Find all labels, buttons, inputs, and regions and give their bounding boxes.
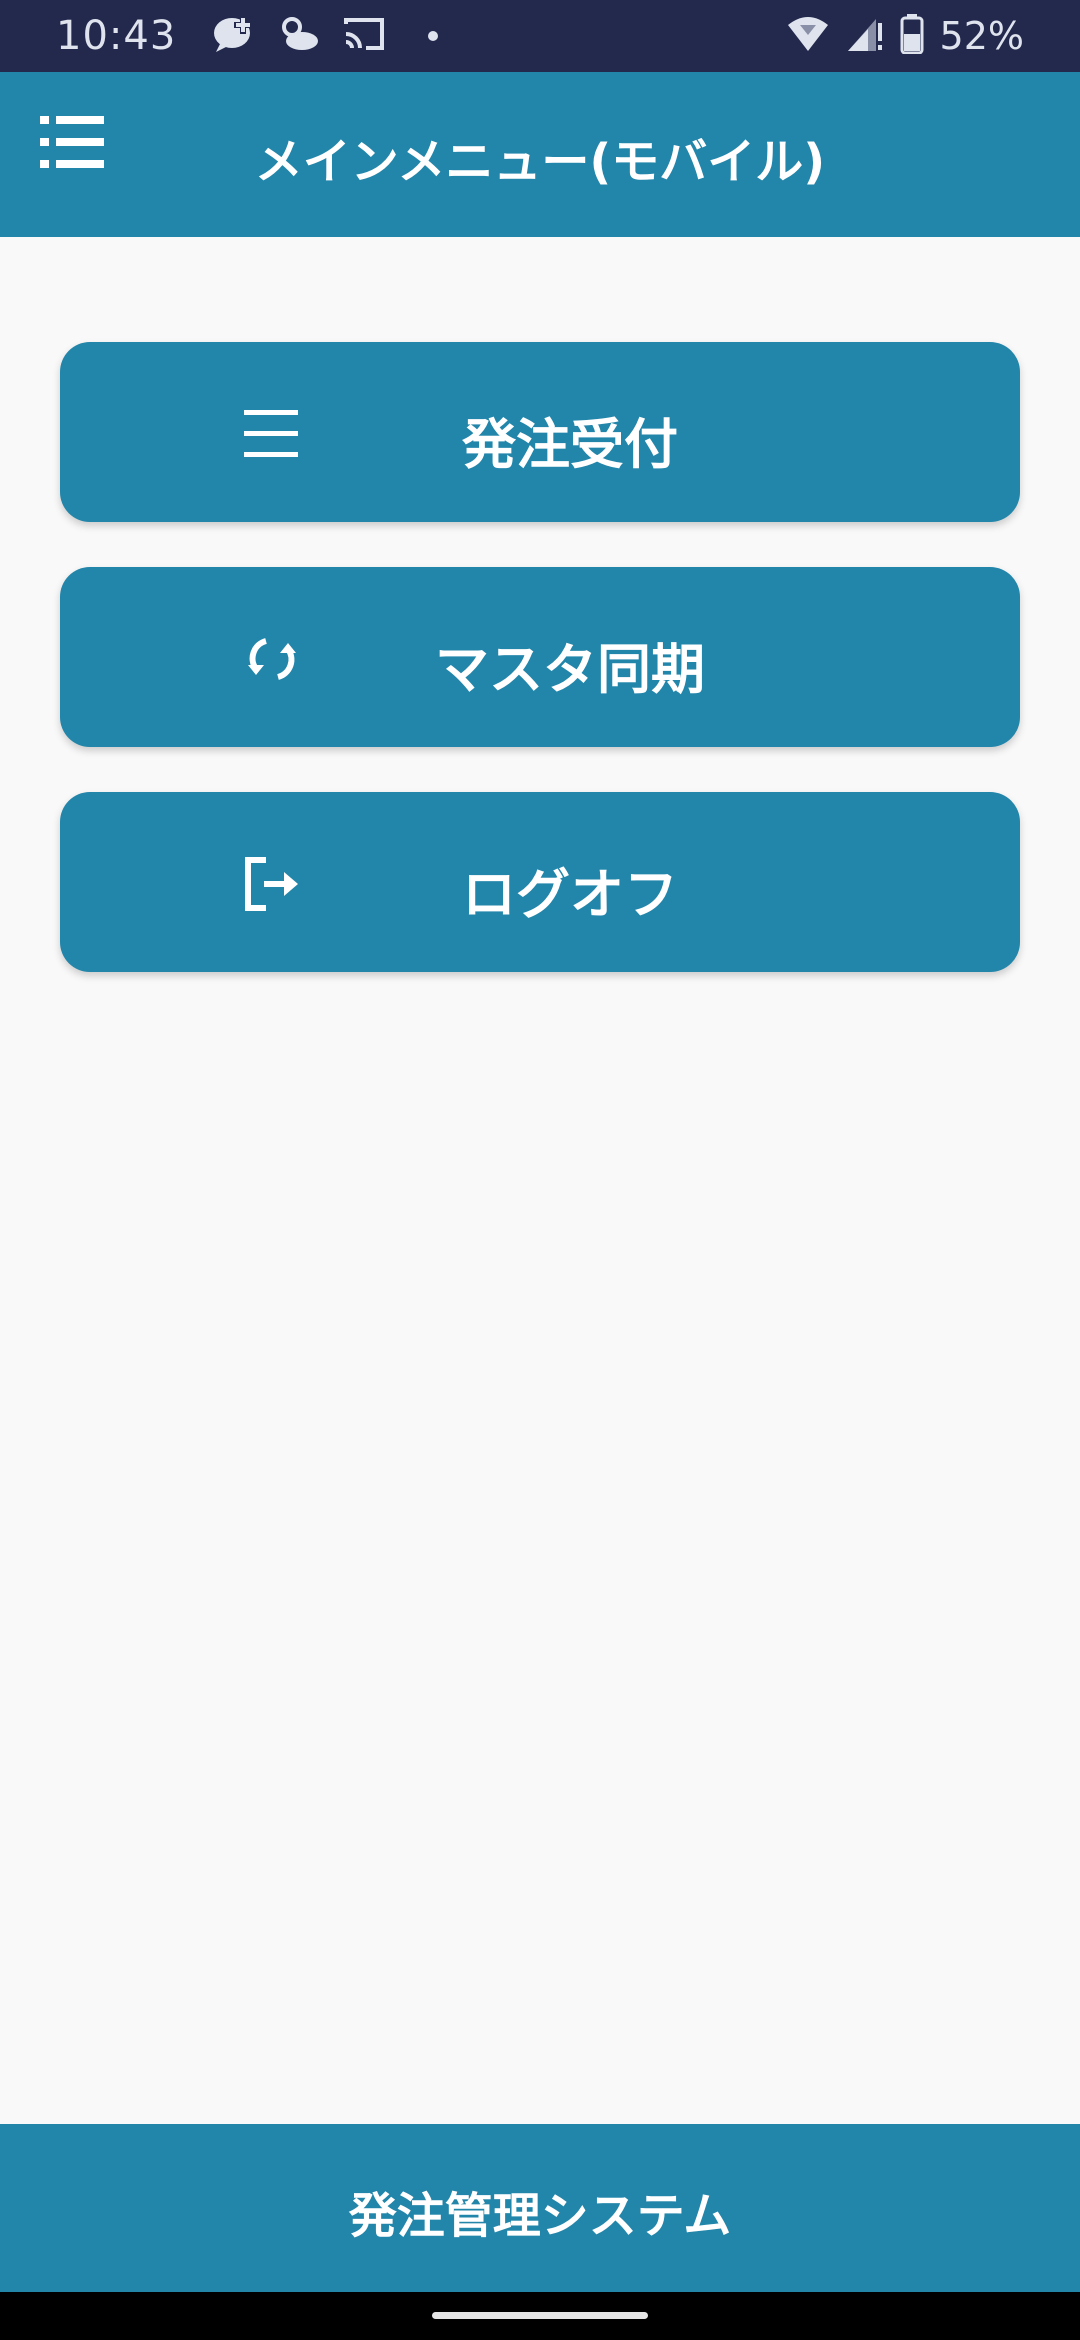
home-gesture-handle[interactable] <box>432 2312 648 2319</box>
status-bar: 10:43 52% <box>0 0 1080 72</box>
app-bar: メインメニュー(モバイル) <box>0 72 1080 237</box>
weather-icon <box>278 15 320 57</box>
chat-add-icon <box>212 14 256 58</box>
wifi-icon <box>786 15 830 57</box>
screen: 10:43 52% メインメニュー(モバイル) 発注受付 マスタ同期 ログオフ … <box>0 0 1080 2340</box>
order-reception-label: 発注受付 <box>462 413 678 476</box>
master-sync-button[interactable]: マスタ同期 <box>60 567 1020 747</box>
order-reception-button[interactable]: 発注受付 <box>60 342 1020 522</box>
logoff-label: ログオフ <box>462 863 678 926</box>
logoff-button[interactable]: ログオフ <box>60 792 1020 972</box>
main-menu: 発注受付 マスタ同期 ログオフ <box>60 342 1020 1017</box>
battery-icon <box>900 14 924 58</box>
page-title: メインメニュー(モバイル) <box>254 134 826 190</box>
signal-icon <box>846 15 884 57</box>
footer: 発注管理システム <box>0 2124 1080 2292</box>
master-sync-label: マスタ同期 <box>435 638 705 701</box>
dot-icon <box>428 31 439 41</box>
navigation-bar <box>0 2292 1080 2340</box>
footer-system-name: 発注管理システム <box>348 2188 732 2244</box>
battery-percent: 52% <box>939 14 1024 58</box>
status-icons-right: 52% <box>786 14 1024 58</box>
status-time: 10:43 <box>56 13 177 59</box>
cast-icon <box>342 16 386 56</box>
status-icons-left <box>212 14 439 58</box>
